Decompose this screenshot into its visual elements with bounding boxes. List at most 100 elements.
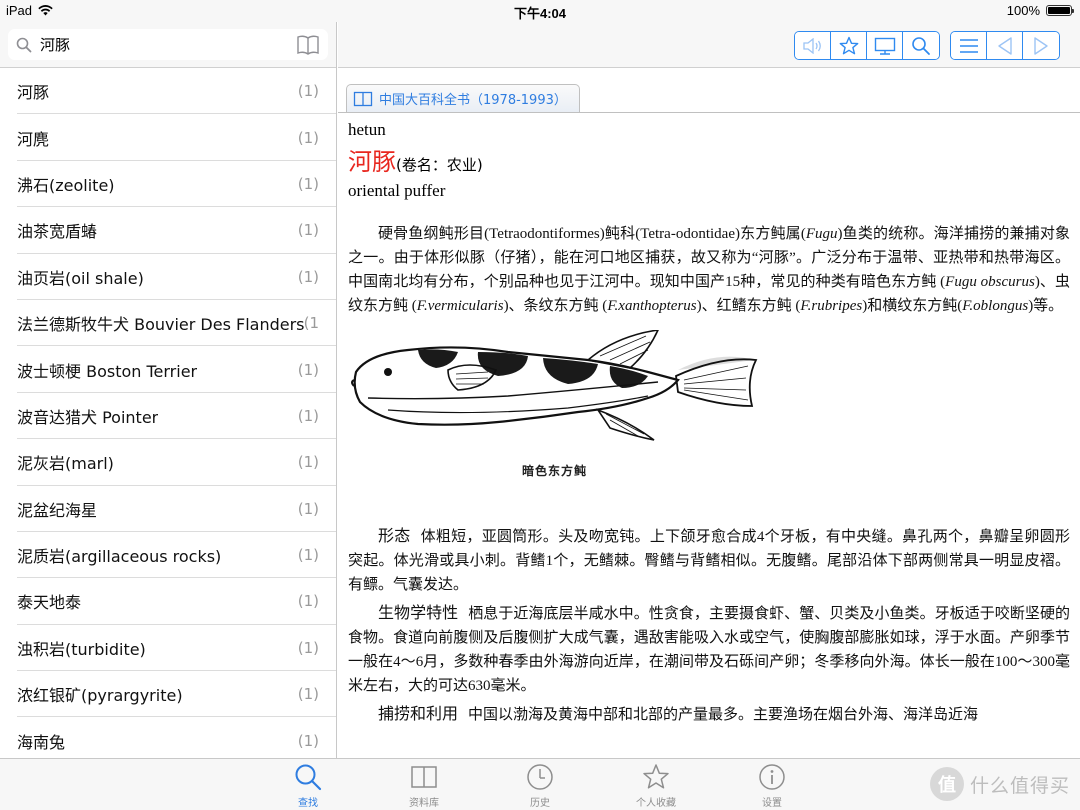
result-count: (1): [297, 685, 319, 704]
detail-toolbar: [338, 22, 1080, 68]
result-count: (1): [297, 82, 319, 101]
result-item[interactable]: 河豚 (1): [0, 68, 336, 115]
next-icon[interactable]: [1023, 32, 1059, 59]
result-label: 沸石(zeolite): [17, 175, 115, 195]
source-tab[interactable]: 中国大百科全书（1978-1993）: [346, 84, 580, 112]
result-item[interactable]: 波士顿梗 Boston Terrier (1): [0, 346, 336, 394]
species-name: F.oblongus: [962, 298, 1029, 314]
result-label: 泥灰岩(marl): [17, 454, 114, 474]
article-section: 形态 体粗短，亚圆筒形。头及吻宽钝。上下颌牙愈合成4个牙板，有中央缝。鼻孔两个，鼻…: [348, 524, 1070, 597]
tab-label-library: 资料库: [409, 798, 439, 809]
tab-history[interactable]: 历史: [500, 763, 580, 809]
result-item[interactable]: 泰天地泰 (1): [0, 578, 336, 626]
article-headword: 河豚: [348, 148, 396, 176]
species-name: F.xanthopterus: [607, 298, 697, 314]
result-label: 波音达猎犬 Pointer: [17, 407, 159, 427]
result-count: (1): [297, 128, 319, 147]
search-box[interactable]: [8, 29, 328, 60]
search-area: [0, 22, 336, 68]
star-icon: [643, 764, 669, 789]
open-book-icon[interactable]: [296, 34, 320, 56]
intro-text: 硬骨鱼纲鲀形目(Tetraodontiformes)鲀科(Tetra-odont…: [378, 226, 806, 242]
star-icon[interactable]: [831, 32, 867, 59]
result-count: (1: [303, 314, 319, 333]
result-label: 海南兔: [17, 732, 66, 752]
book-icon: [411, 766, 437, 788]
info-icon: [759, 764, 785, 790]
search-panel: 河豚(1)河麂(1)沸石(zeolite)(1)油茶宽盾蝽(1)油页岩(oil …: [0, 22, 337, 758]
result-label: 泥盆纪海星: [17, 500, 98, 520]
result-label: 油页岩(oil shale): [17, 268, 144, 288]
clock-icon: [527, 764, 553, 790]
result-item[interactable]: 河麂 (1): [0, 114, 336, 162]
result-count: (1): [297, 360, 319, 379]
prev-icon[interactable]: [987, 32, 1023, 59]
species-name: Fugu obscurus: [945, 274, 1035, 290]
result-item[interactable]: 浓红银矿(pyrargyrite) (1): [0, 671, 336, 718]
result-item[interactable]: 海南兔 (1): [0, 717, 336, 758]
section-text: 体粗短，亚圆筒形。头及吻宽钝。上下颌牙愈合成4个牙板，有中央缝。鼻孔两个，鼻瓣呈…: [348, 529, 1070, 593]
battery-fill: [1048, 7, 1070, 14]
search-icon: [295, 764, 322, 791]
result-item[interactable]: 浊积岩(turbidite) (1): [0, 625, 336, 672]
article-content: 中国大百科全书（1978-1993） hetun 河豚(卷名：农业) orien…: [338, 68, 1080, 758]
result-label: 河豚: [17, 83, 50, 103]
article-english-name: oriental puffer: [348, 181, 446, 200]
pufferfish-drawing: [351, 329, 758, 441]
result-item[interactable]: 沸石(zeolite) (1): [0, 161, 336, 208]
article: hetun 河豚(卷名：农业) oriental puffer 硬骨鱼纲鲀形目(…: [348, 120, 1070, 727]
intro-text: )等。: [1028, 298, 1064, 314]
figure-caption: 暗色东方鲀: [522, 464, 588, 478]
article-sections: 形态 体粗短，亚圆筒形。头及吻宽钝。上下颌牙愈合成4个牙板，有中央缝。鼻孔两个，鼻…: [348, 524, 1070, 727]
detail-panel: 中国大百科全书（1978-1993） hetun 河豚(卷名：农业) orien…: [338, 22, 1080, 758]
watermark: 值 什么值得买: [929, 767, 1070, 801]
result-item[interactable]: 泥盆纪海星 (1): [0, 486, 336, 533]
find-in-page-icon[interactable]: [903, 32, 939, 59]
species-name: Fugu: [805, 226, 838, 242]
article-section: 捕捞和利用 中国以渤海及黄海中部和北部的产量最多。主要渔场在烟台外海、海洋岛近海: [348, 702, 1070, 727]
section-text: 中国以渤海及黄海中部和北部的产量最多。主要渔场在烟台外海、海洋岛近海: [468, 707, 979, 723]
tab-favorites[interactable]: 个人收藏: [616, 763, 696, 809]
pufferfish-illustration: 暗色东方鲀: [348, 329, 768, 490]
result-count: (1): [297, 592, 319, 611]
result-count: (1): [297, 221, 319, 240]
result-count: (1): [297, 638, 319, 657]
result-count: (1): [297, 499, 319, 518]
status-bar: iPad 下午4:04 100%: [0, 0, 1080, 22]
watermark-logo: 值: [929, 767, 964, 801]
section-title: 捕捞和利用: [378, 704, 459, 723]
result-item[interactable]: 油页岩(oil shale) (1): [0, 254, 336, 301]
source-tab-label: 中国大百科全书（1978-1993）: [379, 93, 567, 108]
monitor-icon[interactable]: [867, 32, 903, 59]
result-item[interactable]: 波音达猎犬 Pointer (1): [0, 393, 336, 440]
result-item[interactable]: 油茶宽盾蝽 (1): [0, 207, 336, 254]
result-label: 泰天地泰: [17, 593, 82, 613]
status-right: 100%: [1006, 3, 1074, 18]
intro-text: )和横纹东方鲀(: [862, 298, 963, 314]
tab-label-favorites: 个人收藏: [636, 798, 676, 809]
result-item[interactable]: 泥灰岩(marl) (1): [0, 439, 336, 486]
battery-icon: [1046, 5, 1074, 16]
search-input[interactable]: [40, 35, 296, 54]
tab-library[interactable]: 资料库: [384, 763, 464, 809]
intro-text: )、红鳍东方鲀 (: [696, 298, 801, 314]
list-icon[interactable]: [951, 32, 987, 59]
toolbar-group-actions: [794, 31, 940, 60]
magnifier-icon: [16, 37, 32, 52]
result-label: 波士顿梗 Boston Terrier: [17, 361, 198, 381]
intro-text: )、条纹东方鲀 (: [503, 298, 608, 314]
status-time: 下午4:04: [513, 6, 567, 21]
speaker-icon[interactable]: [795, 32, 831, 59]
species-name: F.rubripes: [800, 298, 863, 314]
result-item[interactable]: 泥质岩(argillaceous rocks) (1): [0, 532, 336, 579]
result-item[interactable]: 法兰德斯牧牛犬 Bouvier Des Flanders (1: [0, 300, 336, 347]
article-pinyin: hetun: [348, 120, 386, 139]
tab-settings[interactable]: 设置: [732, 763, 812, 809]
result-count: (1): [297, 546, 319, 565]
battery-percent: 100%: [1006, 3, 1040, 18]
tab-search[interactable]: 查找: [268, 763, 348, 809]
watermark-text: 什么值得买: [969, 774, 1070, 797]
result-list: 河豚 (1) 河麂 (1) 沸石(zeolite) (1) 油茶宽盾蝽 (1) 油页岩(oil …: [0, 68, 336, 758]
result-label: 油茶宽盾蝽: [17, 222, 98, 242]
book-icon: [353, 91, 373, 106]
